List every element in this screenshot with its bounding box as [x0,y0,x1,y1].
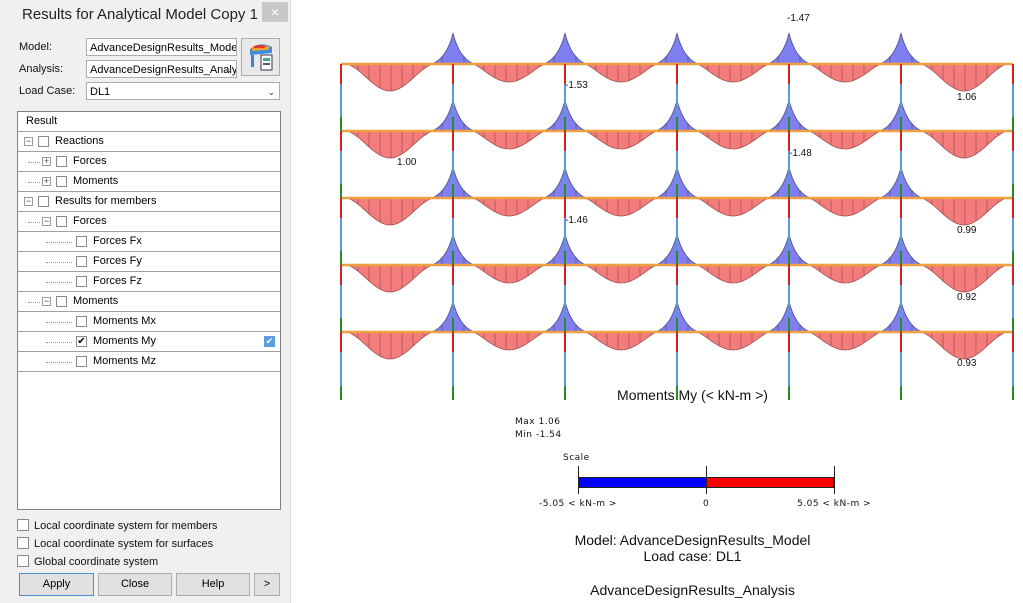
scale-label: Scale [563,453,590,463]
min-value: Min -1.54 [515,430,562,440]
moment-diagram [340,32,1014,400]
negative-moment-area [767,32,811,65]
moment-value-label: 1.06 [957,92,977,103]
negative-moment-area [543,32,587,65]
positive-moment-area [346,331,434,360]
moment-value-label: -1.53 [565,80,588,91]
positive-moment-area [346,264,434,293]
scale-positive [706,478,833,487]
negative-moment-area [655,32,699,65]
positive-moment-area [920,197,1008,226]
positive-moment-area [346,63,434,92]
scale-tick [834,466,835,494]
negative-moment-area [879,32,923,65]
scale-negative [579,478,706,487]
analysis-line: AdvanceDesignResults_Analysis [590,582,795,598]
max-value: Max 1.06 [515,417,561,427]
model-line: Model: AdvanceDesignResults_Model [574,532,811,548]
scale-mid: 0 [703,499,710,509]
positive-moment-area [920,63,1008,92]
positive-moment-area [920,130,1008,159]
positive-moment-area [346,197,434,226]
positive-moment-area [920,331,1008,360]
diagram-title: Moments My (< kN-m >) [617,387,768,403]
scale-max: 5.05 < kN-m > [797,499,872,509]
scale-tick [706,466,707,494]
positive-moment-area [920,264,1008,293]
moment-value-label: -1.47 [787,13,810,24]
moment-value-label: 0.93 [957,358,977,369]
moment-value-label: -1.46 [565,215,588,226]
loadcase-line: Load case: DL1 [643,548,742,564]
positive-moment-area [346,130,434,159]
scale-min: -5.05 < kN-m > [539,499,617,509]
moment-value-label: 0.99 [957,225,977,236]
moment-value-label: 0.92 [957,292,977,303]
negative-moment-area [431,32,475,65]
moment-value-label: -1.48 [789,148,812,159]
moment-value-label: 1.00 [397,157,417,168]
scale-tick [578,466,579,494]
